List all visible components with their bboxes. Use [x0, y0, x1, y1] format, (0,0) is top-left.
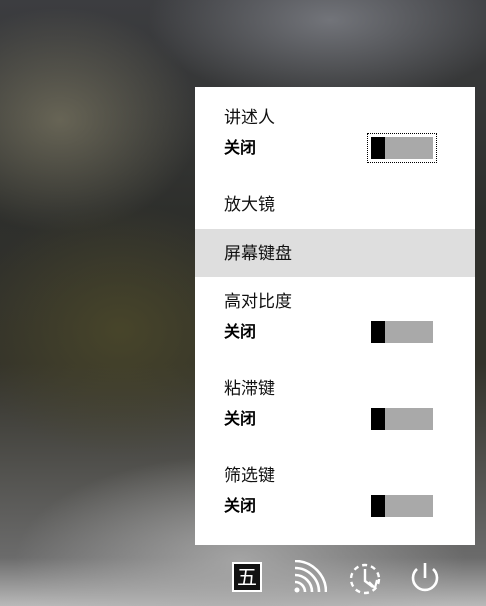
menu-item-filter-keys[interactable]: 筛选键 关闭 [195, 459, 475, 537]
toggle-thumb [371, 137, 385, 159]
toggle-thumb [371, 321, 385, 343]
menu-item-sticky-keys[interactable]: 粘滞键 关闭 [195, 372, 475, 450]
narrator-toggle[interactable] [367, 133, 437, 163]
ime-wubi-icon[interactable]: 五 [232, 562, 262, 592]
power-icon[interactable] [407, 560, 443, 596]
narrator-label: 讲述人 [224, 108, 275, 128]
sticky-keys-toggle[interactable] [371, 408, 433, 430]
on-screen-keyboard-label: 屏幕键盘 [224, 244, 292, 264]
filter-keys-toggle[interactable] [371, 495, 433, 517]
ease-of-access-icon[interactable] [347, 560, 383, 596]
menu-item-magnifier[interactable]: 放大镜 [195, 183, 475, 227]
sticky-keys-label: 粘滞键 [224, 379, 275, 399]
high-contrast-toggle[interactable] [371, 321, 433, 343]
wireless-signal-icon[interactable] [291, 560, 327, 596]
magnifier-label: 放大镜 [224, 195, 275, 215]
high-contrast-state: 关闭 [224, 322, 257, 341]
lock-screen-background: 讲述人 关闭 放大镜 屏幕键盘 高对比度 关闭 粘滞键 关闭 筛选键 关闭 五 [0, 0, 486, 606]
ease-of-access-menu: 讲述人 关闭 放大镜 屏幕键盘 高对比度 关闭 粘滞键 关闭 筛选键 关闭 [195, 87, 475, 545]
menu-item-narrator[interactable]: 讲述人 关闭 [195, 87, 475, 177]
filter-keys-state: 关闭 [224, 496, 257, 515]
high-contrast-label: 高对比度 [224, 292, 292, 312]
menu-item-high-contrast[interactable]: 高对比度 关闭 [195, 285, 475, 363]
filter-keys-label: 筛选键 [224, 466, 275, 486]
toggle-thumb [371, 495, 385, 517]
menu-item-on-screen-keyboard[interactable]: 屏幕键盘 [195, 229, 475, 277]
toggle-thumb [371, 408, 385, 430]
sticky-keys-state: 关闭 [224, 409, 257, 428]
narrator-state: 关闭 [224, 138, 257, 157]
